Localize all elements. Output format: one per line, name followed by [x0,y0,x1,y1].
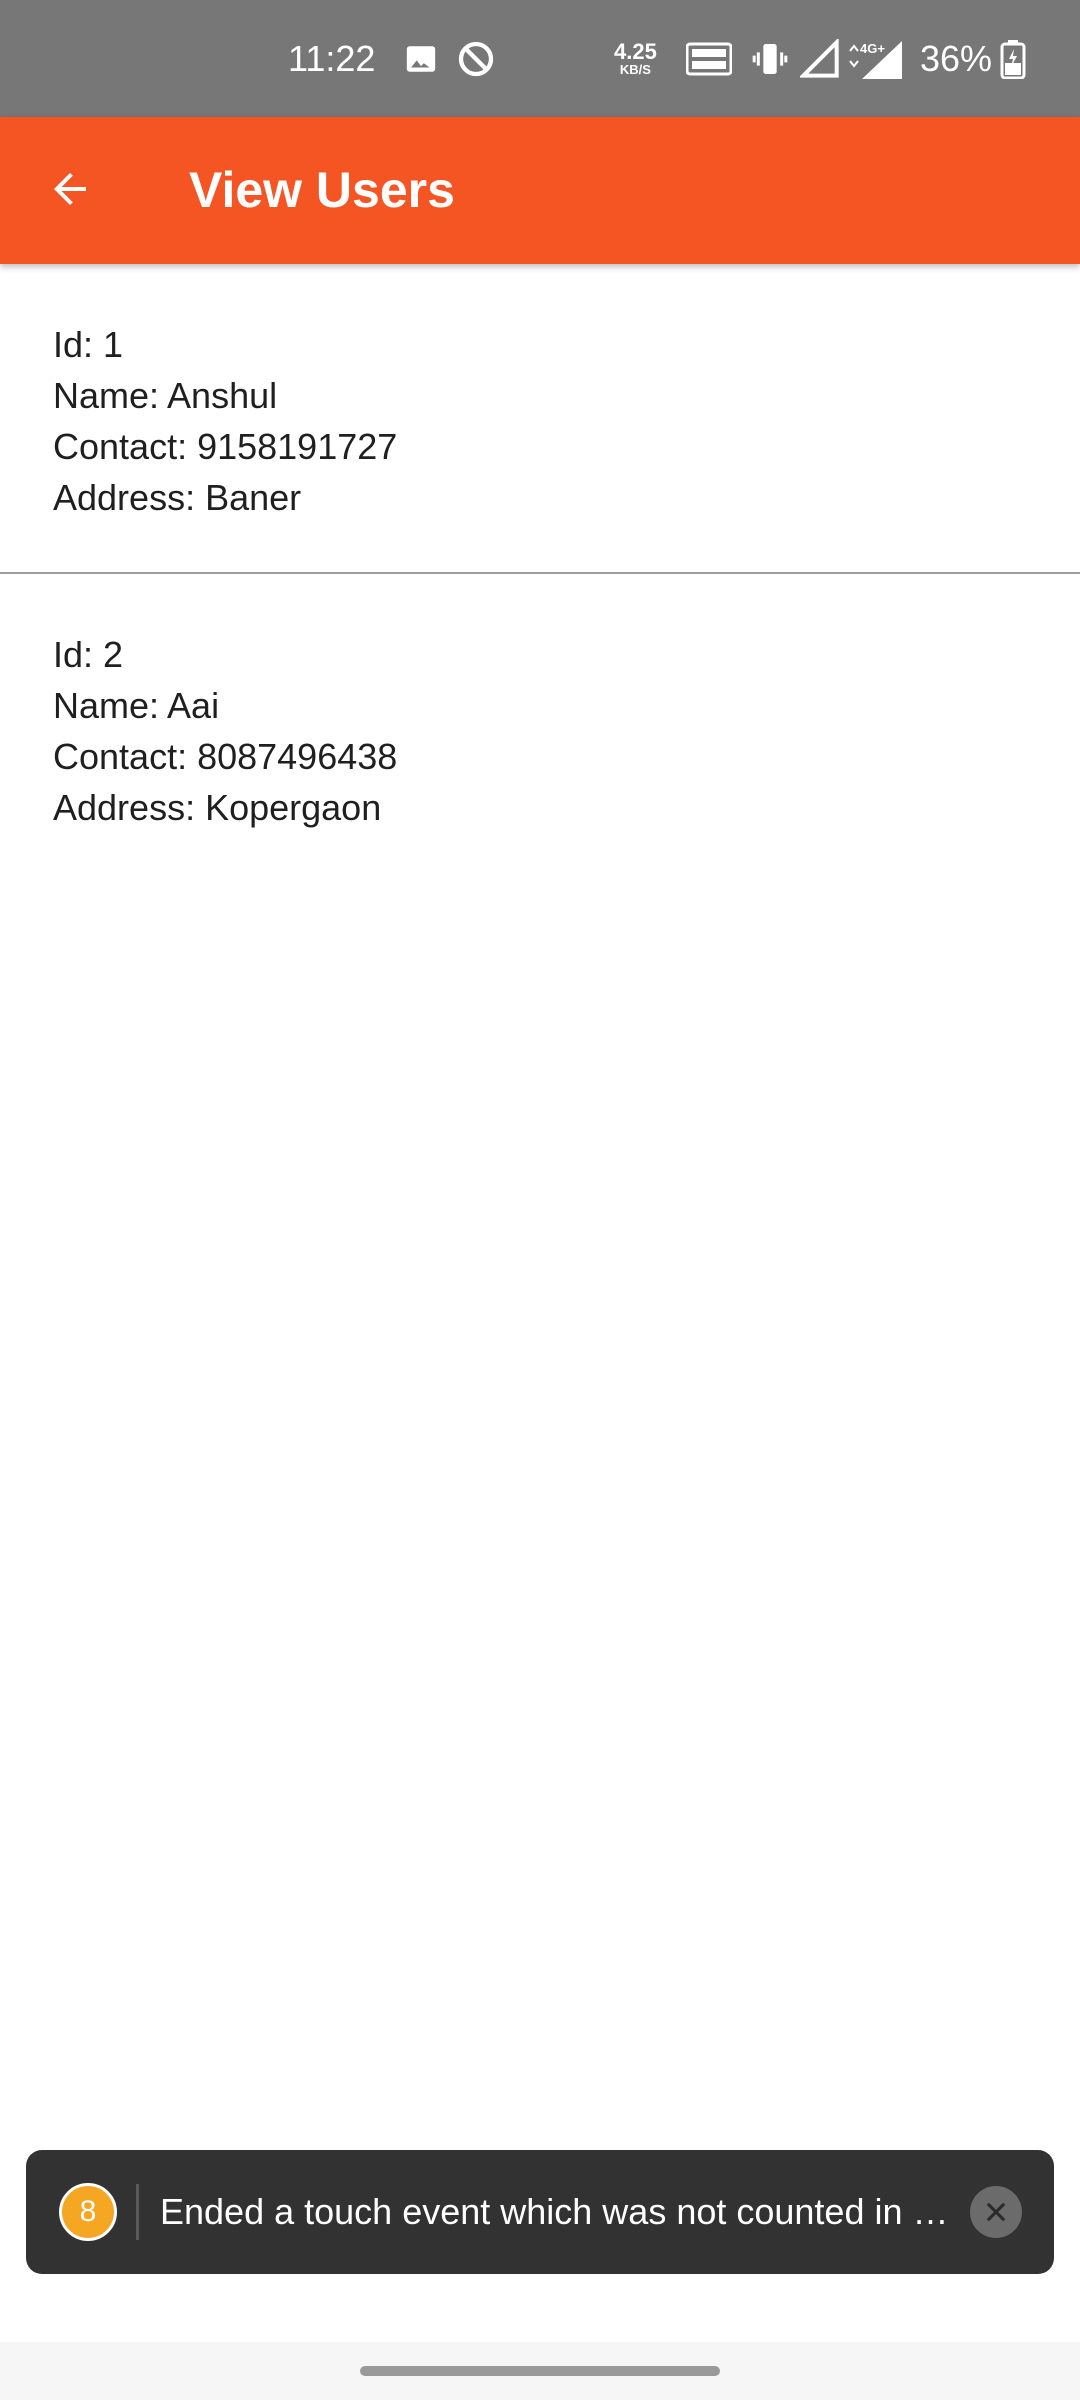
do-not-disturb-icon [456,0,496,117]
arrow-back-icon [54,173,86,205]
user-name: Name: Anshul [53,375,278,416]
image-icon [404,0,438,117]
user-id: Id: 2 [53,634,124,675]
signal-icon [800,0,840,117]
app-bar: View Users [0,117,1080,264]
user-address: Address: Kopergaon [53,787,382,828]
user-id: Id: 1 [53,324,124,365]
network-speed-unit: KB/S [619,62,651,77]
status-time: 11:22 [288,37,376,79]
list-item[interactable]: Id: 1 Name: Anshul Contact: 9158191727 A… [0,264,1080,572]
network-speed: 4.25 KB/S [614,0,657,117]
svg-text:4G+: 4G+ [860,41,885,56]
battery-charging-icon [1000,0,1026,117]
user-name: Name: Aai [53,685,220,726]
list-item[interactable]: Id: 2 Name: Aai Contact: 8087496438 Addr… [0,574,1080,874]
volte-icon [686,0,732,117]
toast-notification: 8 Ended a touch event which was not coun… [26,2150,1054,2274]
back-button[interactable] [28,147,112,231]
toast-message: Ended a touch event which was not counte… [160,2191,949,2232]
close-icon [986,2202,1006,2222]
toast-separator [136,2184,139,2240]
vibrate-icon [750,0,790,117]
signal-4g-icon: 4G+ [846,0,904,117]
page-title: View Users [189,162,455,218]
user-address: Address: Baner [53,477,302,518]
status-bar: 11:22 4.25 KB/S 4G+ 36% [0,0,1080,117]
toast-close-button[interactable] [970,2186,1022,2238]
toast-badge: 8 [59,2183,117,2241]
user-contact: Contact: 8087496438 [53,736,398,777]
battery-percent: 36% [920,37,993,79]
user-contact: Contact: 9158191727 [53,426,398,467]
gesture-handle[interactable] [360,2366,720,2376]
navigation-bar [0,2342,1080,2400]
network-speed-value: 4.25 [614,39,657,64]
